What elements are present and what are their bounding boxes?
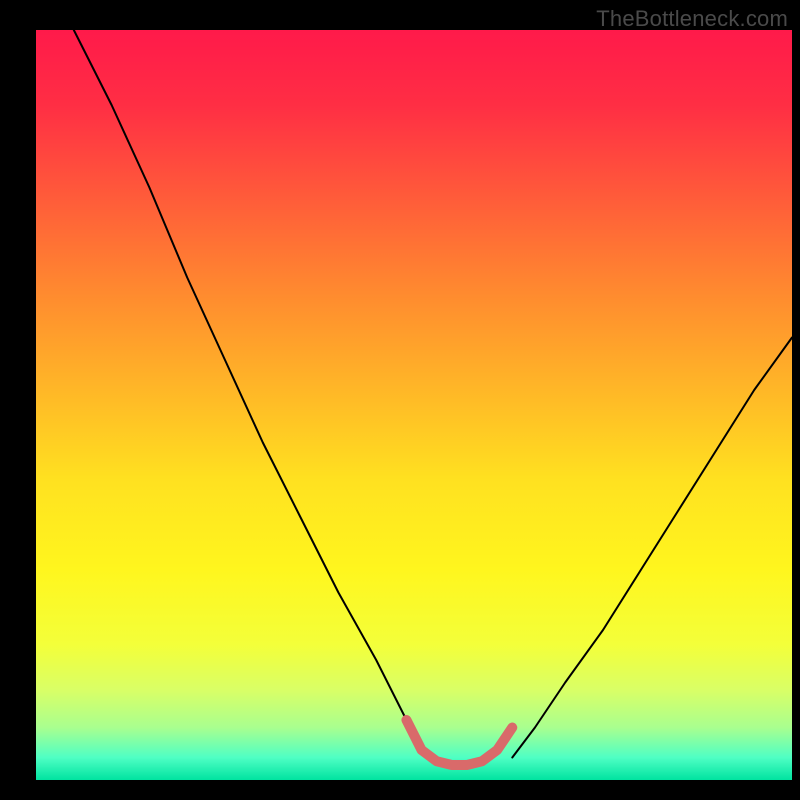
bottleneck-chart	[0, 0, 800, 800]
gradient-background	[36, 30, 792, 780]
watermark-text: TheBottleneck.com	[596, 6, 788, 32]
chart-frame: TheBottleneck.com	[0, 0, 800, 800]
